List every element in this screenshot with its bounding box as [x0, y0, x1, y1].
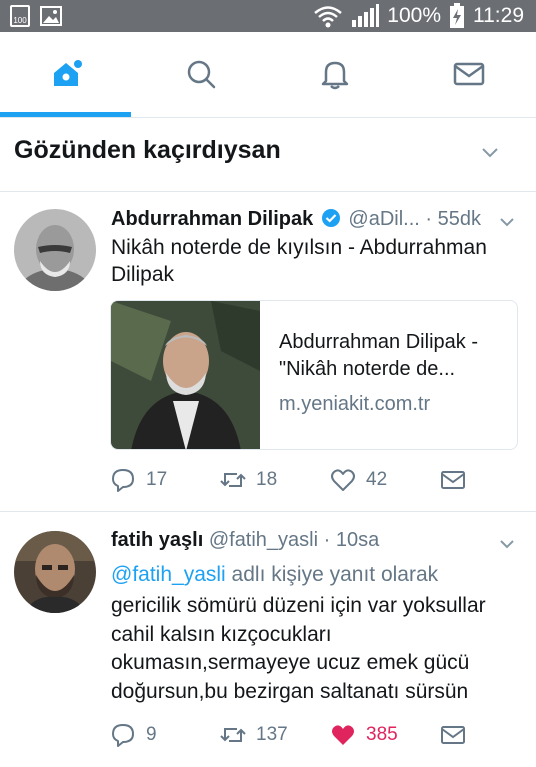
status-left: 100: [10, 5, 62, 27]
mail-icon: [441, 471, 465, 489]
bell-icon: [321, 61, 349, 90]
card-image: [111, 301, 260, 449]
tweet[interactable]: fatih yaşlı @fatih_yasli · 10sa @fatih_y…: [0, 512, 536, 767]
tweet-time: · 10sa: [323, 529, 380, 551]
reply-count: 17: [146, 469, 168, 490]
heart-icon: [331, 469, 355, 491]
reply-button[interactable]: 17: [110, 467, 167, 493]
heart-filled-icon: [332, 725, 354, 745]
verified-badge-icon: [321, 209, 340, 227]
clock: 11:29: [473, 4, 524, 27]
chevron-down-icon[interactable]: [498, 535, 516, 553]
home-icon: [54, 60, 82, 86]
battery-charging-icon: [450, 3, 464, 28]
search-icon: [187, 60, 216, 89]
like-count: 385: [366, 724, 398, 745]
avatar[interactable]: [14, 531, 96, 613]
tweet-actions: 17 18 42: [110, 467, 530, 495]
reply-mention-link[interactable]: @fatih_yasli: [111, 563, 226, 586]
direct-message-button[interactable]: [440, 722, 466, 748]
status-bar: 100 100% 11:29: [0, 0, 536, 32]
tweet[interactable]: Abdurrahman Dilipak @aDil... · 55dk Nikâ…: [0, 192, 536, 512]
reply-button[interactable]: 9: [110, 722, 157, 748]
direct-message-button[interactable]: [440, 467, 466, 493]
card-title: Abdurrahman Dilipak - "Nikâh noterde de.…: [279, 331, 478, 380]
author-name[interactable]: Abdurrahman Dilipak: [111, 208, 313, 230]
card-url: m.yeniakit.com.tr: [279, 393, 431, 415]
tab-notifications[interactable]: [268, 32, 402, 116]
retweet-button[interactable]: 18: [220, 467, 277, 493]
author-name[interactable]: fatih yaşlı: [111, 529, 203, 551]
author-handle[interactable]: @aDil...: [348, 208, 419, 230]
mail-icon: [453, 62, 485, 86]
tweet-meta: fatih yaşlı @fatih_yasli · 10sa: [111, 529, 379, 552]
retweet-icon: [220, 728, 246, 742]
link-card[interactable]: Abdurrahman Dilipak - "Nikâh noterde de.…: [110, 300, 518, 450]
tab-home[interactable]: [0, 32, 134, 116]
section-header: Gözünden kaçırdıysan: [0, 118, 536, 192]
avatar[interactable]: [14, 209, 96, 291]
tweet-meta: Abdurrahman Dilipak @aDil... · 55dk: [111, 208, 481, 231]
retweet-count: 18: [256, 469, 278, 490]
tweet-text: Nikâh noterde de kıyılsın - Abdurrahman …: [111, 236, 487, 286]
wifi-icon: [314, 6, 343, 28]
tweet-time: · 55dk: [425, 208, 481, 230]
retweet-count: 137: [256, 724, 288, 745]
active-tab-indicator: [0, 112, 131, 117]
top-nav: [0, 32, 536, 118]
tweet-text: gericilik sömürü düzeni için var yoksull…: [111, 594, 486, 703]
chevron-down-icon[interactable]: [480, 142, 500, 162]
like-button[interactable]: 42: [330, 467, 387, 493]
section-title: Gözünden kaçırdıysan: [14, 136, 281, 164]
retweet-button[interactable]: 137: [220, 722, 288, 748]
retweet-icon: [220, 473, 246, 487]
status-right: 100% 11:29: [313, 3, 524, 29]
reply-icon: [112, 469, 134, 492]
reply-icon: [112, 724, 134, 747]
like-count: 42: [366, 469, 388, 490]
reply-context-text: adlı kişiye yanıt olarak: [231, 563, 439, 586]
image-notification-icon: [40, 6, 62, 26]
chevron-down-icon[interactable]: [498, 213, 516, 231]
like-button[interactable]: 385: [330, 722, 398, 748]
reply-context: @fatih_yasli adlı kişiye yanıt olarak: [111, 563, 438, 587]
tweet-actions: 9 137 385: [110, 722, 530, 750]
signal-icon: [352, 4, 380, 27]
tab-messages[interactable]: [402, 32, 536, 116]
tab-search[interactable]: [134, 32, 268, 116]
author-handle[interactable]: @fatih_yasli: [209, 529, 318, 551]
mail-icon: [441, 726, 465, 744]
reply-count: 9: [146, 724, 157, 745]
notification-badge: 100: [10, 5, 30, 27]
battery-percent: 100%: [387, 4, 441, 27]
